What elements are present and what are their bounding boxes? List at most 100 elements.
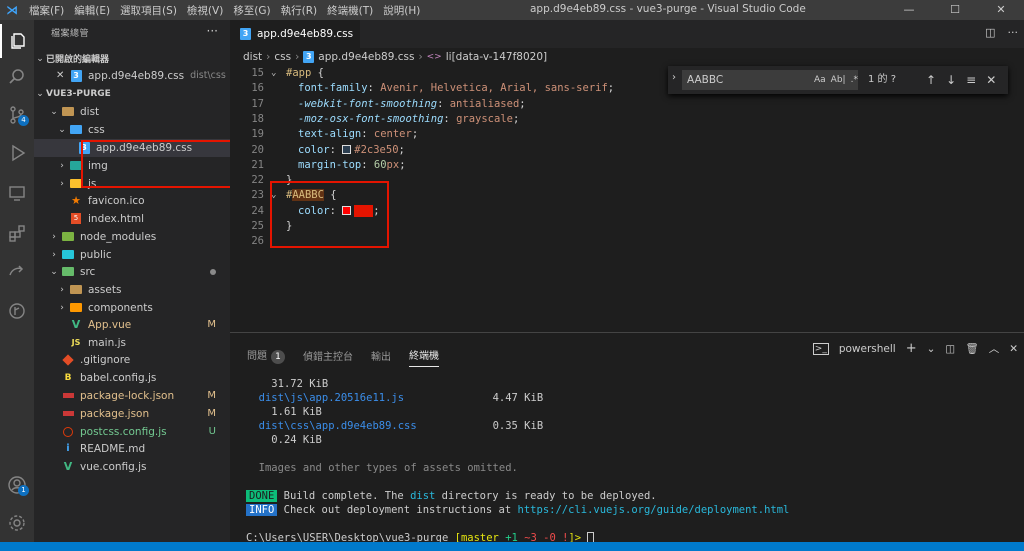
tree-file-favicon[interactable]: ★ favicon.ico [34, 192, 230, 210]
terminal-line: dist\js\app.20516e11.js 4.47 KiB [246, 391, 1016, 405]
tree-label: favicon.ico [88, 194, 145, 207]
menu-view[interactable]: 檢視(V) [182, 3, 228, 18]
terminal-line: DONE Build complete. The dist directory … [246, 489, 1016, 503]
tree-file-app-vue[interactable]: V App.vue M [34, 316, 230, 334]
tree-file-package-json[interactable]: package.json M [34, 405, 230, 423]
tree-label: src [80, 265, 96, 278]
breadcrumb-item[interactable]: dist [243, 51, 262, 63]
trash-icon[interactable]: 🗑 [965, 342, 978, 355]
vue-file-icon: V [71, 318, 81, 332]
tree-folder-components[interactable]: › components [34, 299, 230, 317]
chevron-down-icon: ⌄ [50, 106, 58, 117]
code-editor[interactable]: 15 16 17 18 19 20 21 22 23 24 25 26 ⌄ ⌄ … [230, 66, 1024, 332]
more-actions-icon[interactable]: ··· [207, 24, 218, 38]
open-editors-section[interactable]: ⌄ 已開啟的編輯器 [34, 50, 230, 68]
tab-terminal[interactable]: 終端機 [409, 347, 439, 367]
minimize-icon[interactable]: — [886, 0, 932, 20]
open-editor-item[interactable]: ✕ 3 app.d9e4eb89.css dist\css [34, 67, 230, 85]
src-folder-icon [60, 266, 76, 278]
chevron-down-icon: ⌄ [50, 266, 58, 277]
settings-gear-icon[interactable] [0, 506, 34, 540]
project-section[interactable]: ⌄ VUE3-PURGE [34, 85, 230, 103]
source-control-icon[interactable]: 4 [0, 98, 34, 132]
code-line-20: color: #2c3e50; [298, 143, 405, 156]
tree-file-gitignore[interactable]: .gitignore [34, 351, 230, 369]
tree-folder-src[interactable]: ⌄ src [34, 263, 230, 281]
code-line-19: text-align: center; [298, 128, 419, 141]
remote-explorer-icon[interactable] [0, 176, 34, 210]
color-swatch[interactable] [342, 145, 352, 154]
breadcrumb-item[interactable]: app.d9e4eb89.css [318, 51, 414, 63]
match-case-toggle[interactable]: Aa [814, 70, 826, 90]
tree-file-vue-config[interactable]: V vue.config.js [34, 458, 230, 476]
menu-terminal[interactable]: 終端機(T) [322, 3, 378, 18]
menu-edit[interactable]: 編輯(E) [69, 3, 115, 18]
maximize-icon[interactable]: ☐ [932, 0, 978, 20]
chevron-right-icon: › [60, 160, 64, 171]
tree-file-readme[interactable]: i README.md [34, 440, 230, 458]
chevron-right-icon: › [266, 51, 271, 63]
tree-file-postcss-config[interactable]: postcss.config.js U [34, 423, 230, 441]
next-match-icon[interactable]: ↓ [946, 70, 956, 90]
breadcrumb: dist › css › 3 app.d9e4eb89.css › <> li[… [230, 48, 1024, 66]
fold-chevron-icon[interactable]: ⌄ [271, 66, 276, 81]
css-value: center [373, 128, 412, 141]
search-icon[interactable] [0, 60, 34, 94]
tree-folder-assets[interactable]: › assets [34, 281, 230, 299]
tab-problems[interactable]: 問題 1 [247, 347, 285, 364]
chevron-right-icon[interactable]: › [672, 72, 676, 83]
find-result-count: 1 的 ? [868, 74, 897, 85]
js-file-icon: JS [71, 338, 81, 348]
close-window-icon[interactable]: ✕ [978, 0, 1024, 20]
new-terminal-icon[interactable]: + [906, 341, 917, 356]
explorer-sidebar: 檔案總管 ··· ⌄ 已開啟的編輯器 ✕ 3 app.d9e4eb89.css … [34, 20, 230, 542]
more-actions-icon[interactable]: ··· [1008, 26, 1019, 39]
terminal-output[interactable]: 31.72 KiB dist\js\app.20516e11.js 4.47 K… [246, 377, 1016, 545]
maximize-panel-icon[interactable]: ︿ [989, 341, 1000, 356]
close-panel-icon[interactable]: ✕ [1009, 343, 1018, 355]
previous-match-icon[interactable]: ↑ [926, 70, 936, 90]
tree-file-babel-config[interactable]: B babel.config.js [34, 369, 230, 387]
terminal-text: dist [410, 490, 436, 502]
extensions-icon[interactable] [0, 216, 34, 250]
tree-label: public [80, 248, 112, 261]
tree-folder-node-modules[interactable]: › node_modules [34, 228, 230, 246]
tree-file-package-lock[interactable]: package-lock.json M [34, 387, 230, 405]
tab-debug-console[interactable]: 偵錯主控台 [303, 348, 353, 363]
terminal-line: 31.72 KiB [246, 377, 1016, 391]
tab-output[interactable]: 輸出 [371, 348, 391, 363]
breadcrumb-item[interactable]: css [274, 51, 291, 63]
open-editor-name: app.d9e4eb89.css [88, 69, 185, 82]
explorer-icon[interactable] [0, 24, 34, 58]
shell-select[interactable]: powershell [839, 343, 896, 355]
tree-folder-public[interactable]: › public [34, 246, 230, 264]
git-status-badge: M [207, 408, 216, 420]
close-find-icon[interactable]: ✕ [986, 70, 996, 90]
account-icon[interactable]: 1 [0, 468, 34, 502]
split-editor-icon[interactable]: ◫ [985, 26, 995, 39]
git-graph-icon[interactable] [0, 294, 34, 328]
tree-file-index-html[interactable]: 5 index.html [34, 210, 230, 228]
chevron-down-icon: ⌄ [36, 88, 44, 99]
menu-file[interactable]: 檔案(F) [24, 3, 69, 18]
live-share-icon[interactable] [0, 254, 34, 288]
menu-help[interactable]: 說明(H) [378, 3, 425, 18]
tree-folder-css[interactable]: ⌄ css [34, 121, 230, 139]
tree-folder-dist[interactable]: ⌄ dist [34, 103, 230, 121]
menu-selection[interactable]: 選取項目(S) [115, 3, 182, 18]
chevron-down-icon[interactable]: ⌄ [927, 343, 936, 355]
editor-tab-active[interactable]: 3 app.d9e4eb89.css [230, 20, 360, 48]
terminal-link[interactable]: https://cli.vuejs.org/guide/deployment.h… [518, 504, 790, 516]
match-word-toggle[interactable]: Ab| [831, 70, 846, 90]
menu-run[interactable]: 執行(R) [276, 3, 323, 18]
breadcrumb-item[interactable]: li[data-v-147f8020] [446, 51, 547, 63]
close-editor-icon[interactable]: ✕ [56, 70, 68, 81]
tree-file-main-js[interactable]: JS main.js [34, 334, 230, 352]
run-debug-icon[interactable] [0, 136, 34, 170]
menu-go[interactable]: 移至(G) [228, 3, 275, 18]
css-file-icon: 3 [303, 51, 315, 63]
find-in-selection-icon[interactable]: ≡ [966, 70, 976, 90]
split-terminal-icon[interactable]: ◫ [945, 343, 955, 355]
regex-toggle[interactable]: .* [851, 70, 858, 90]
